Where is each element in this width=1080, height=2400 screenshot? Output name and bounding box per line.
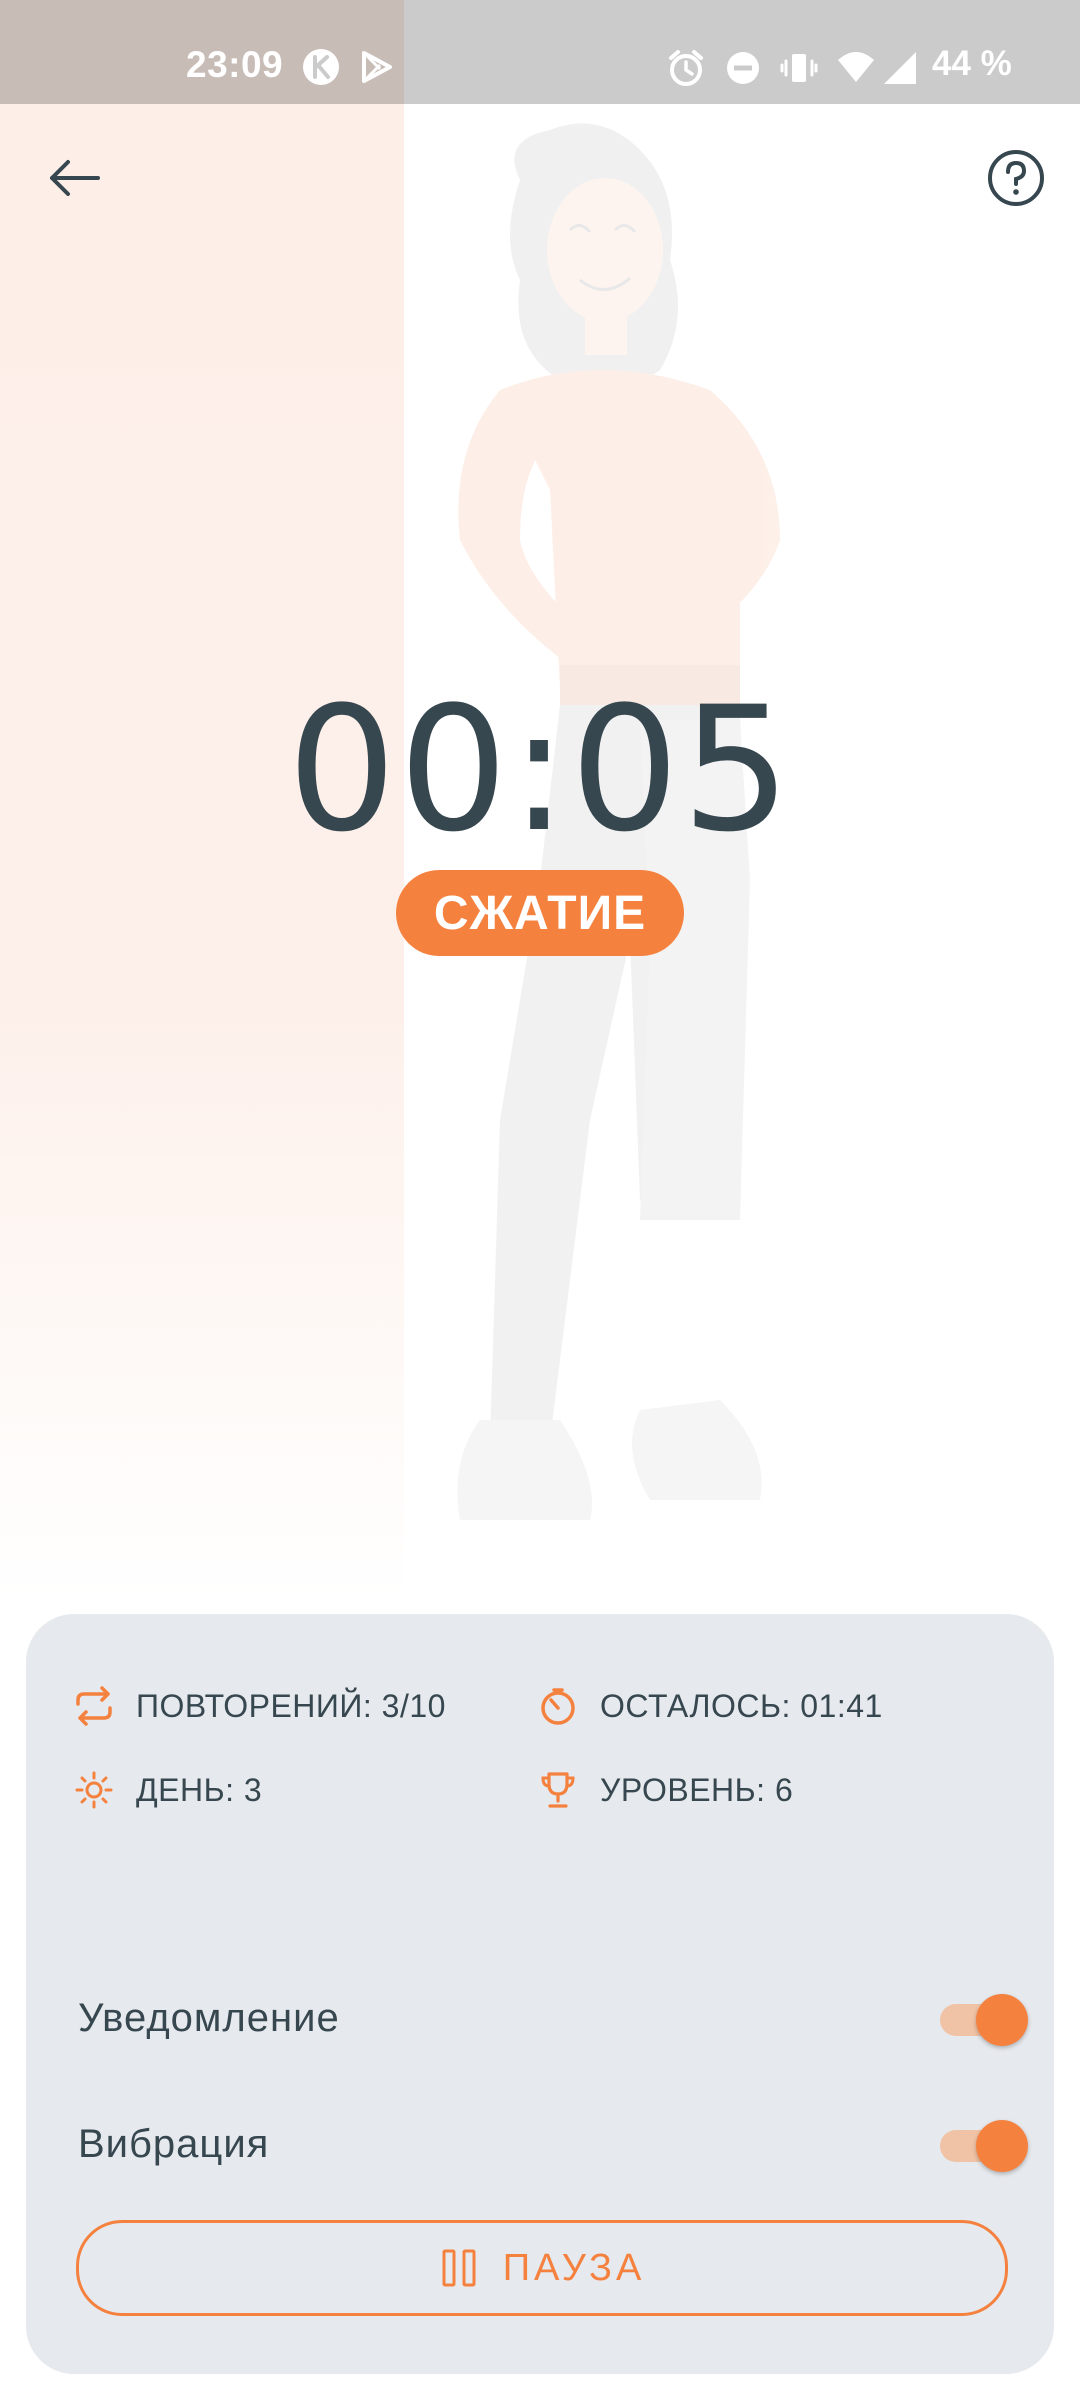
arrow-left-icon	[50, 160, 100, 196]
repetitions-label: ПОВТОРЕНИЙ: 3/10	[136, 1687, 446, 1724]
wifi-icon	[836, 50, 876, 91]
repeat-icon	[72, 1684, 116, 1728]
signal-icon	[882, 50, 918, 91]
toggle-thumb	[976, 2120, 1028, 2172]
day-stat: ДЕНЬ: 3	[72, 1768, 262, 1812]
status-time: 23:09	[186, 44, 284, 85]
toggle-thumb	[976, 1994, 1028, 2046]
pause-label: ПАУЗА	[502, 2246, 646, 2289]
do-not-disturb-icon	[726, 51, 760, 90]
k-app-icon	[302, 48, 340, 91]
timer-icon	[536, 1684, 580, 1728]
day-label: ДЕНЬ: 3	[136, 1771, 263, 1808]
vibration-label: Вибрация	[78, 2121, 270, 2166]
remaining-stat: ОСТАЛОСЬ: 01:41	[536, 1684, 883, 1728]
question-circle-icon	[988, 150, 1044, 206]
level-stat: УРОВЕНЬ: 6	[536, 1768, 793, 1812]
vibration-row: Вибрация	[78, 2104, 1028, 2184]
notification-label: Уведомление	[78, 1995, 340, 2040]
phase-badge: СЖАТИЕ	[396, 870, 684, 956]
pause-button[interactable]: ПАУЗА	[76, 2220, 1008, 2316]
help-button[interactable]	[978, 140, 1054, 216]
play-store-icon	[360, 50, 394, 89]
alarm-icon	[666, 48, 706, 93]
sun-icon	[72, 1768, 116, 1812]
vibration-toggle[interactable]	[936, 2114, 1028, 2174]
battery-percent: 44 %	[932, 44, 1012, 83]
level-label: УРОВЕНЬ: 6	[600, 1771, 794, 1808]
trophy-icon	[536, 1768, 580, 1812]
notification-row: Уведомление	[78, 1978, 1028, 2058]
repetitions-stat: ПОВТОРЕНИЙ: 3/10	[72, 1684, 446, 1728]
status-bar: 23:09 44 %	[0, 0, 1080, 104]
exercise-info-card: ПОВТОРЕНИЙ: 3/10 ОСТАЛОСЬ: 01:41 ДЕНЬ: 3	[26, 1614, 1054, 2374]
pause-icon	[439, 2248, 479, 2288]
notification-toggle[interactable]	[936, 1988, 1028, 2048]
timer-display: 00:05	[287, 669, 793, 870]
remaining-label: ОСТАЛОСЬ: 01:41	[600, 1687, 883, 1724]
vibrate-icon	[780, 49, 818, 92]
back-button[interactable]	[36, 140, 112, 216]
